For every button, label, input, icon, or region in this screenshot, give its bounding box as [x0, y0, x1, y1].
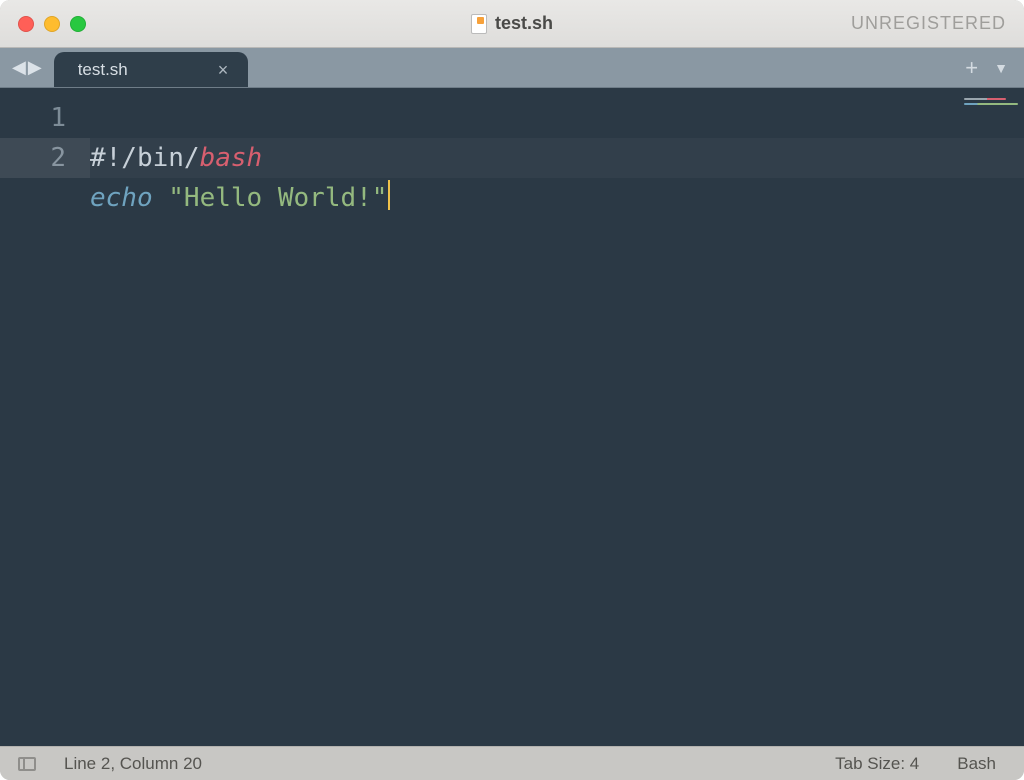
registration-status: UNREGISTERED — [851, 13, 1006, 34]
tab-label: test.sh — [78, 60, 128, 80]
minimize-window-button[interactable] — [44, 16, 60, 32]
line-number: 2 — [0, 138, 90, 178]
line-number: 1 — [0, 98, 90, 138]
status-bar: Line 2, Column 20 Tab Size: 4 Bash — [0, 746, 1024, 780]
side-panel-toggle[interactable] — [18, 757, 36, 771]
window-controls — [18, 16, 86, 32]
line-number-gutter: 1 2 — [0, 88, 90, 746]
token-string: "Hello World!" — [168, 183, 387, 213]
code-line-2: echo "Hello World!" — [90, 183, 390, 213]
code-content[interactable]: #!/bin/bash echo "Hello World!" — [90, 88, 964, 746]
minimap-line — [964, 98, 1006, 100]
token-shebang: #!/bin/ — [90, 143, 200, 173]
cursor-position[interactable]: Line 2, Column 20 — [54, 754, 212, 774]
tab-bar-right: + ▼ — [949, 48, 1024, 87]
tab-close-button[interactable]: × — [218, 61, 229, 79]
code-line-1: #!/bin/bash — [90, 143, 262, 173]
tab-active[interactable]: test.sh × — [54, 52, 249, 87]
minimap[interactable] — [964, 88, 1024, 746]
tab-history-nav: ◀ ▶ — [0, 48, 54, 87]
nav-back-button[interactable]: ◀ — [12, 57, 26, 78]
new-tab-button[interactable]: + — [965, 55, 978, 81]
text-cursor — [388, 180, 390, 210]
titlebar: test.sh UNREGISTERED — [0, 0, 1024, 48]
syntax-selector[interactable]: Bash — [947, 754, 1006, 774]
close-window-button[interactable] — [18, 16, 34, 32]
editor-area[interactable]: 1 2 #!/bin/bash echo "Hello World!" — [0, 88, 1024, 746]
zoom-window-button[interactable] — [70, 16, 86, 32]
editor-window: test.sh UNREGISTERED ◀ ▶ test.sh × + ▼ 1… — [0, 0, 1024, 780]
tab-size-selector[interactable]: Tab Size: 4 — [825, 754, 929, 774]
token-command: echo — [90, 183, 153, 213]
file-icon — [471, 14, 487, 34]
tab-dropdown-button[interactable]: ▼ — [994, 60, 1008, 76]
tab-bar: ◀ ▶ test.sh × + ▼ — [0, 48, 1024, 88]
nav-forward-button[interactable]: ▶ — [28, 57, 42, 78]
token-interpreter: bash — [200, 143, 263, 173]
title-filename: test.sh — [495, 13, 553, 34]
minimap-line — [964, 103, 1018, 105]
